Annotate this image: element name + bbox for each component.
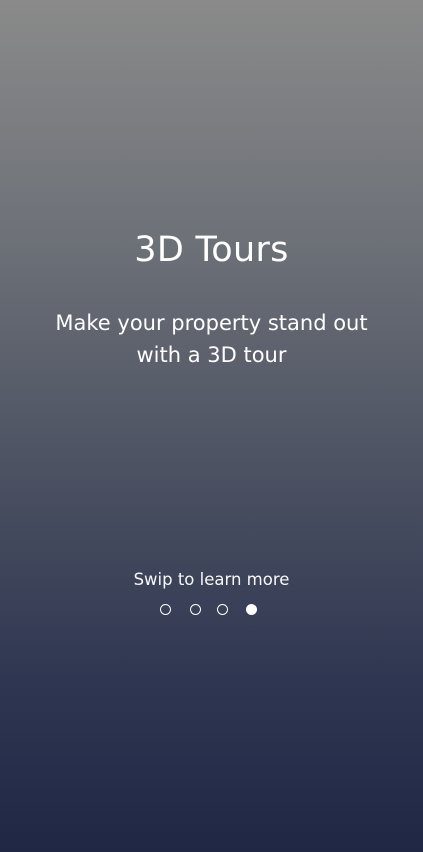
swipe-hint: Swip to learn more	[133, 570, 290, 589]
onboarding-screen[interactable]: 3D Tours Make your property stand out wi…	[0, 0, 423, 852]
page-dot-2[interactable]	[190, 604, 201, 615]
page-dot-3[interactable]	[217, 604, 228, 615]
page-indicator	[160, 604, 270, 618]
page-subtitle: Make your property stand out with a 3D t…	[55, 311, 368, 367]
page-title: 3D Tours	[134, 230, 289, 270]
page-dot-4[interactable]	[246, 604, 257, 615]
page-dot-1[interactable]	[160, 604, 171, 615]
